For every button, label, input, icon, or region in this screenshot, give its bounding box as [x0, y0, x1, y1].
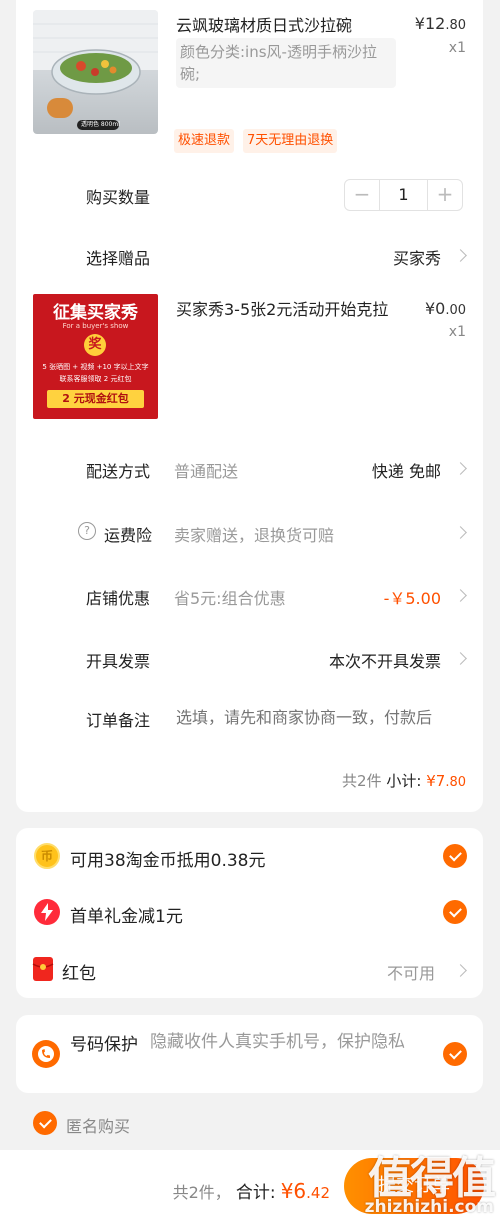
chevron-right-icon — [454, 526, 467, 539]
anonymous-text: 匿名购买 — [66, 1117, 131, 1136]
chevron-right-icon — [454, 589, 467, 602]
subtotal-count: 共2件 — [342, 772, 382, 790]
store-discount-label: 店铺优惠 — [86, 589, 151, 608]
red-packet-icon — [32, 957, 54, 981]
gift-label: 选择赠品 — [86, 249, 151, 268]
watermark-url: zhizhizhi.com — [364, 1197, 494, 1217]
privacy-text: 隐藏收件人真实手机号，保护隐私 — [150, 1032, 405, 1052]
benefits-card: 币 可用38淘金币抵用0.38元 首单礼金减1元 红包 不可用 — [16, 828, 483, 998]
delivery-value: 快递 免邮 — [371, 462, 441, 481]
product-sku[interactable]: 颜色分类:ins风-透明手柄沙拉碗; — [176, 38, 396, 88]
coins-text: 可用38淘金币抵用0.38元 — [70, 851, 266, 871]
privacy-card: 号码保护 隐藏收件人真实手机号，保护隐私 — [16, 1015, 483, 1093]
subtotal-amount: ¥7.80 — [426, 772, 466, 790]
thumb-caption: 透明色 800ml — [81, 121, 120, 128]
lightning-icon — [34, 899, 60, 925]
first-order-checkbox[interactable] — [443, 900, 467, 924]
quantity-plus-button[interactable]: + — [428, 180, 462, 210]
product-price: ¥12.80 — [415, 14, 466, 33]
footer-total-label: 合计: — [235, 1183, 276, 1203]
invoice-label: 开具发票 — [86, 652, 151, 671]
delivery-label: 配送方式 — [86, 462, 151, 481]
privacy-label: 号码保护 — [70, 1035, 138, 1055]
product-title[interactable]: 云飒玻璃材质日式沙拉碗 — [176, 12, 352, 36]
glass-bowl-image — [33, 10, 158, 130]
price-decimal: .80 — [445, 18, 466, 33]
note-label: 订单备注 — [86, 711, 151, 730]
order-card: 透明色 800ml 云飒玻璃材质日式沙拉碗 ¥12.80 x1 颜色分类:ins… — [16, 0, 483, 812]
product-qty: x1 — [448, 40, 466, 56]
insurance-mid: 卖家赠送，退换货可赔 — [174, 526, 335, 545]
price-integer: ¥12 — [414, 14, 446, 33]
order-note-input[interactable] — [176, 704, 464, 730]
poster-line1: 5 张晒图 + 视频 +10 字以上文字 — [42, 363, 149, 371]
redpacket-value: 不可用 — [386, 964, 435, 983]
footer-total: 共2件， 合计: ¥6.42 — [173, 1178, 330, 1203]
footer-count: 共2件， — [172, 1183, 231, 1202]
redpacket-text: 红包 — [62, 964, 96, 984]
phone-shield-icon — [32, 1040, 60, 1068]
coin-icon: 币 — [34, 843, 60, 869]
coins-checkbox[interactable] — [443, 844, 467, 868]
subtotal: 共2件 小计: ¥7.80 — [342, 770, 466, 791]
gift-item-price: ¥0.00 — [425, 299, 466, 318]
gift-item-title[interactable]: 买家秀3-5张2元活动开始克拉 — [176, 296, 388, 320]
insurance-label: 运费险 — [104, 526, 153, 545]
chevron-right-icon — [454, 462, 467, 475]
quantity-stepper: − 1 + — [344, 179, 463, 211]
store-discount-value: -￥5.00 — [383, 589, 441, 608]
poster-subheading: For a buyer's show — [62, 322, 129, 330]
subtotal-label: 小计: — [386, 772, 422, 790]
gift-price-integer: ¥0 — [424, 299, 446, 318]
tag-fast-refund: 极速退款 — [174, 129, 235, 153]
poster-cta: 2 元现金红包 — [47, 390, 144, 408]
first-order-text: 首单礼金减1元 — [70, 907, 183, 927]
footer-total-amount: ¥6.42 — [280, 1179, 330, 1203]
gift-poster[interactable]: 征集买家秀 For a buyer's show 奖 5 张晒图 + 视频 +1… — [33, 294, 158, 419]
gift-price-decimal: .00 — [445, 303, 466, 318]
poster-badge: 奖 — [84, 334, 106, 356]
quantity-label: 购买数量 — [86, 188, 151, 207]
invoice-value: 本次不开具发票 — [328, 652, 441, 671]
gift-item-qty: x1 — [448, 324, 466, 340]
chevron-right-icon — [454, 964, 467, 977]
quantity-input[interactable]: 1 — [379, 180, 428, 210]
gift-value: 买家秀 — [392, 249, 441, 268]
help-icon[interactable]: ? — [78, 522, 96, 540]
poster-heading: 征集买家秀 — [53, 303, 138, 323]
tag-7-day-return: 7天无理由退换 — [243, 129, 338, 153]
store-discount-mid: 省5元:组合优惠 — [174, 589, 286, 608]
delivery-mid: 普通配送 — [174, 462, 239, 481]
chevron-right-icon — [454, 652, 467, 665]
anonymous-checkbox[interactable] — [33, 1111, 57, 1135]
privacy-checkbox[interactable] — [443, 1042, 467, 1066]
product-thumbnail[interactable]: 透明色 800ml — [33, 10, 158, 134]
quantity-minus-button[interactable]: − — [345, 180, 379, 210]
chevron-right-icon — [454, 249, 467, 262]
poster-line2: 联系客服领取 2 元红包 — [59, 375, 132, 383]
